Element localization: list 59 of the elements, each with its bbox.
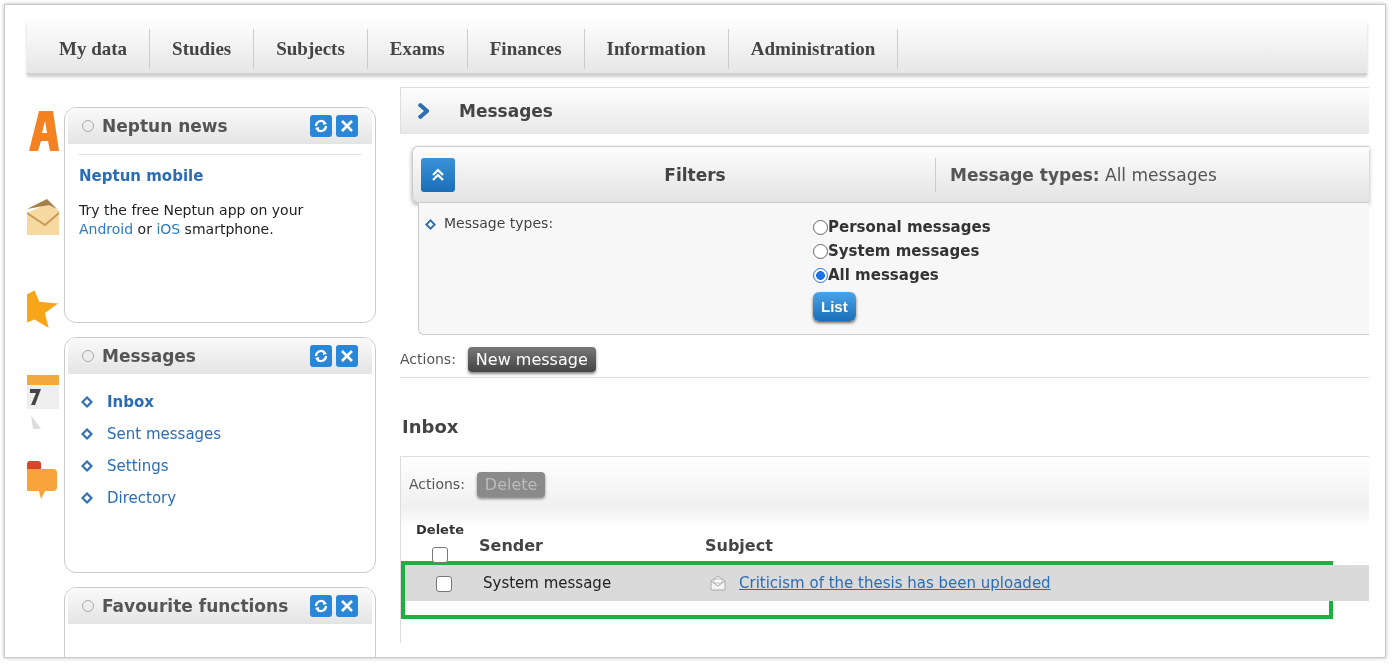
menu-item[interactable]: Finances <box>467 29 585 69</box>
circle-icon <box>82 350 94 362</box>
actions-label: Actions: <box>409 476 465 492</box>
page-title: Messages <box>459 101 553 121</box>
column-header: Sender <box>479 536 544 557</box>
chevron-icon <box>417 103 429 119</box>
diamond-bullet-icon <box>425 219 436 230</box>
close-icon[interactable] <box>336 595 358 617</box>
diamond-bullet-icon <box>81 396 93 408</box>
collapse-button[interactable] <box>421 157 455 192</box>
news-heading: Neptun mobile <box>79 167 205 185</box>
sidebar-link[interactable]: Sent messages <box>107 425 222 443</box>
menu-item[interactable]: Administration <box>728 29 899 69</box>
table-row[interactable]: System message Criticism of the thesis has been uploaded <box>405 565 1369 601</box>
sender-cell-text: System message <box>483 574 613 592</box>
radio-label[interactable]: Personal messages <box>828 218 991 236</box>
filter-summary: Message types: All messages <box>950 164 1217 185</box>
menu-item[interactable]: Exams <box>367 29 468 69</box>
subject-link[interactable]: Criticism of the thesis has been uploaded <box>739 574 1051 592</box>
diamond-bullet-icon <box>81 460 93 472</box>
refresh-icon[interactable] <box>310 345 332 367</box>
news-text: Try the free Neptun app on your Android or iOS smartphone. <box>79 201 305 239</box>
sidebar-link[interactable]: Inbox <box>107 393 154 411</box>
refresh-icon[interactable] <box>310 115 332 137</box>
panel-title: Neptun news <box>102 116 229 136</box>
row-checkbox[interactable] <box>436 576 452 592</box>
panel-title: Favourite functions <box>102 596 290 616</box>
column-header: Delete <box>416 522 464 537</box>
menu-item[interactable]: My data <box>37 29 151 69</box>
panel-title: Messages <box>102 346 197 366</box>
diamond-bullet-icon <box>81 492 93 504</box>
new-message-button[interactable]: New message <box>467 346 596 372</box>
circle-icon <box>82 120 94 132</box>
store-link[interactable]: Android <box>79 221 134 237</box>
refresh-icon[interactable] <box>310 595 332 617</box>
radio-button[interactable] <box>813 243 828 259</box>
diamond-bullet-icon <box>81 428 93 440</box>
sidebar-link[interactable]: Directory <box>107 489 177 507</box>
select-all-checkbox[interactable] <box>432 547 448 563</box>
close-icon[interactable] <box>336 345 358 367</box>
store-link[interactable]: iOS <box>156 221 181 237</box>
radio-label[interactable]: System messages <box>828 242 980 260</box>
sidebar-link[interactable]: Settings <box>107 457 169 475</box>
menu-item[interactable]: Information <box>584 29 729 69</box>
envelope-icon <box>709 574 727 592</box>
filters-title: Filters <box>455 157 936 192</box>
menu-item[interactable]: Studies <box>150 29 255 69</box>
double-chevron-icon <box>431 167 445 182</box>
list-button[interactable]: List <box>813 292 856 321</box>
circle-icon <box>82 600 94 612</box>
radio-button[interactable] <box>813 219 828 235</box>
field-label: Message types: <box>444 215 554 231</box>
inbox-title: Inbox <box>402 416 460 439</box>
column-header: Subject <box>705 536 773 557</box>
menu-item[interactable]: Subjects <box>254 29 368 69</box>
radio-label[interactable]: All messages <box>828 266 939 284</box>
radio-button[interactable] <box>813 267 828 283</box>
actions-label: Actions: <box>400 351 456 367</box>
close-icon[interactable] <box>336 115 358 137</box>
